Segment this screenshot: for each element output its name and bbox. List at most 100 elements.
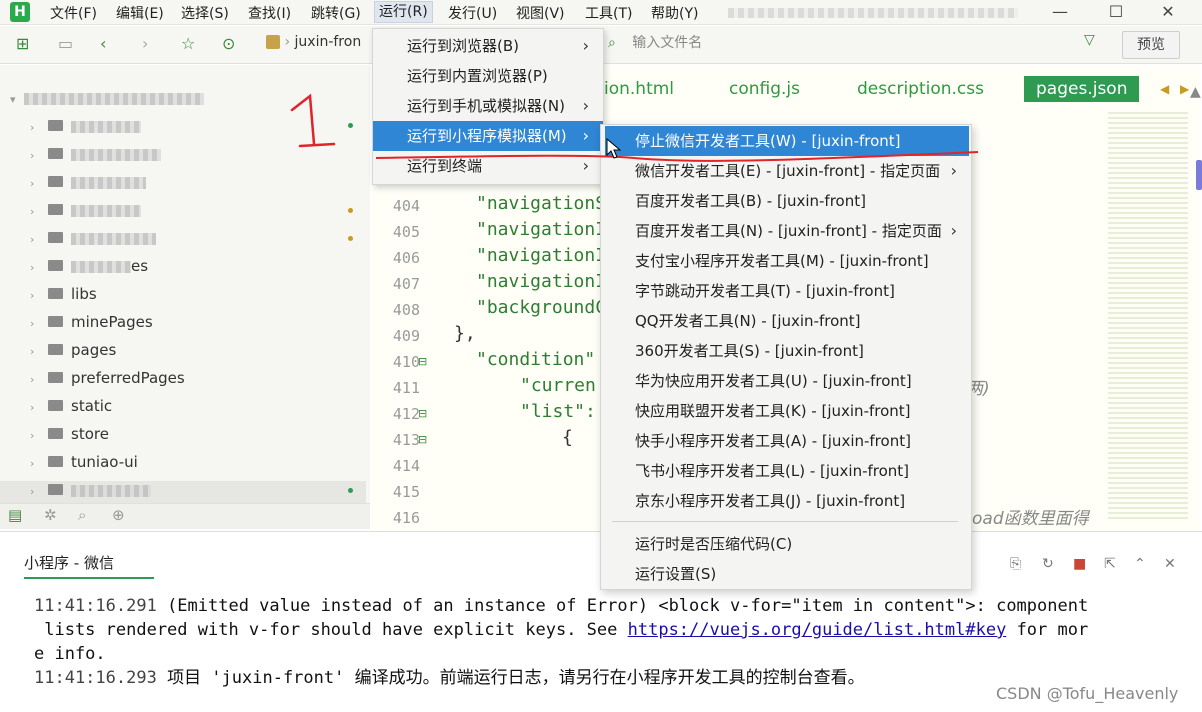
kuaishou-devtools-item[interactable]: 快手小程序开发者工具(A) - [juxin-front] <box>601 426 971 456</box>
tree-item-blurred[interactable]: › <box>30 229 156 251</box>
tree-item-tuniao-ui[interactable]: › tuniao-ui <box>30 453 138 475</box>
save-icon[interactable]: ▭ <box>58 34 73 53</box>
qq-devtools-item[interactable]: QQ开发者工具(N) - [juxin-front] <box>601 306 971 336</box>
bytedance-devtools-item[interactable]: 字节跳动开发者工具(T) - [juxin-front] <box>601 276 971 306</box>
compress-code-item[interactable]: 运行时是否压缩代码(C) <box>601 529 971 559</box>
console-tab[interactable]: 小程序 - 微信 <box>24 552 154 579</box>
menu-select[interactable]: 选择(S) <box>181 3 229 23</box>
tree-item-static[interactable]: › static <box>30 397 112 419</box>
minimap[interactable] <box>1108 112 1188 522</box>
menu-publish[interactable]: 发行(U) <box>448 3 497 23</box>
folder-icon <box>48 288 63 299</box>
tab-description-css[interactable]: description.css <box>857 79 984 99</box>
menu-help[interactable]: 帮助(Y) <box>651 3 698 23</box>
sidebar-footer: ▤ ✲ ⌕ ⊕ <box>0 503 370 529</box>
run-to-device-item[interactable]: 运行到手机或模拟器(N) › <box>373 91 603 121</box>
alipay-devtools-item[interactable]: 支付宝小程序开发者工具(M) - [juxin-front] <box>601 246 971 276</box>
file-search[interactable]: ⌕ 输入文件名 ▽ <box>608 32 1108 58</box>
folder-icon <box>48 316 63 327</box>
project-breadcrumb[interactable]: › juxin-fron <box>266 34 361 58</box>
clear-console-icon[interactable]: ⎘ <box>1010 556 1021 572</box>
folder-icon <box>48 428 63 439</box>
export-icon[interactable]: ⇱ <box>1104 556 1116 572</box>
tree-item-es[interactable]: › es <box>30 257 148 279</box>
back-icon[interactable]: ‹ <box>100 34 106 53</box>
tree-item-preferredpages[interactable]: › preferredPages <box>30 369 185 391</box>
tree-item-store[interactable]: › store <box>30 425 109 447</box>
forward-icon[interactable]: › <box>142 34 148 53</box>
baidu-devtools-item[interactable]: 百度开发者工具(B) - [juxin-front] <box>601 186 971 216</box>
fold-icon[interactable]: ⊟ <box>418 407 427 420</box>
quickapp-devtools-item[interactable]: 快应用联盟开发者工具(K) - [juxin-front] <box>601 396 971 426</box>
maximize-icon[interactable]: ☐ <box>1096 0 1136 24</box>
jd-devtools-item[interactable]: 京东小程序开发者工具(J) - [juxin-front] <box>601 486 971 516</box>
code-line: { <box>562 427 573 448</box>
menu-goto[interactable]: 跳转(G) <box>311 3 361 23</box>
menu-run[interactable]: 运行(R) <box>374 1 433 23</box>
explorer-icon[interactable]: ▤ <box>8 506 22 524</box>
tree-item-libs[interactable]: › libs <box>30 285 97 307</box>
globe-icon[interactable]: ⊕ <box>112 506 125 524</box>
folder-icon <box>48 400 63 411</box>
tree-item-minepages[interactable]: › minePages <box>30 313 153 335</box>
mouse-cursor-icon <box>606 138 622 159</box>
run-to-browser-item[interactable]: 运行到浏览器(B) › <box>373 31 603 61</box>
huawei-devtools-item[interactable]: 华为快应用开发者工具(U) - [juxin-front] <box>601 366 971 396</box>
line-number: 415 <box>392 483 420 501</box>
tree-item-selected[interactable]: › <box>0 481 366 503</box>
run-to-builtin-browser-item[interactable]: 运行到内置浏览器(P) <box>373 61 603 91</box>
menu-file[interactable]: 文件(F) <box>50 3 97 23</box>
fold-icon[interactable]: ⊟ <box>418 433 427 446</box>
new-file-icon[interactable]: ⊞ <box>16 34 29 53</box>
red-number-annotation <box>290 93 336 148</box>
tree-item-pages[interactable]: › pages <box>30 341 116 363</box>
folder-icon <box>48 148 63 159</box>
collapse-icon[interactable]: ⌃ <box>1134 556 1146 572</box>
file-search-input[interactable]: 输入文件名 <box>632 35 702 51</box>
restart-icon[interactable]: ↻ <box>1042 556 1054 572</box>
star-icon[interactable]: ☆ <box>181 34 195 53</box>
baidu-devtools-page-item[interactable]: 百度开发者工具(N) - [juxin-front] - 指定页面 › <box>601 216 971 246</box>
close-icon[interactable]: ✕ <box>1148 0 1188 24</box>
menu-find[interactable]: 查找(I) <box>248 3 291 23</box>
tab-scroll-right-icon[interactable]: ▶ <box>1180 82 1189 96</box>
run-icon[interactable]: ⊙ <box>222 34 235 53</box>
code-line: "curren <box>520 375 596 396</box>
code-line: "list": <box>520 401 596 422</box>
stop-icon[interactable]: ■ <box>1073 556 1086 572</box>
console-line: 11:41:16.291 (Emitted value instead of a… <box>34 596 1089 616</box>
menu-edit[interactable]: 编辑(E) <box>116 3 164 23</box>
scroll-up-icon[interactable]: ▲ <box>1190 84 1201 100</box>
close-panel-icon[interactable]: ✕ <box>1164 556 1176 572</box>
360-devtools-item[interactable]: 360开发者工具(S) - [juxin-front] <box>601 336 971 366</box>
chevron-right-icon: › <box>950 221 957 240</box>
minimize-icon[interactable]: — <box>1040 0 1080 24</box>
run-to-miniprogram-item[interactable]: 运行到小程序模拟器(M) › <box>373 121 603 151</box>
tab-pages-json[interactable]: pages.json <box>1024 76 1140 102</box>
folder-icon <box>48 204 63 215</box>
tab-scroll-left-icon[interactable]: ◀ <box>1160 82 1169 96</box>
search-panel-icon[interactable]: ⌕ <box>78 506 86 524</box>
filter-icon[interactable]: ▽ <box>1084 32 1095 48</box>
vue-docs-link[interactable]: https://vuejs.org/guide/list.html#key <box>628 620 1007 640</box>
folder-icon <box>48 456 63 467</box>
run-settings-item[interactable]: 运行设置(S) <box>601 559 971 589</box>
project-root[interactable]: ▾ <box>10 89 204 111</box>
menu-view[interactable]: 视图(V) <box>516 3 565 23</box>
scrollbar-thumb[interactable] <box>1196 160 1202 190</box>
console-line: 11:41:16.293 项目 'juxin-front' 编译成功。前端运行日… <box>34 668 865 688</box>
debug-icon[interactable]: ✲ <box>44 506 57 524</box>
menu-bar: H 文件(F) 编辑(E) 选择(S) 查找(I) 跳转(G) 运行(R) 发行… <box>0 0 1202 25</box>
tab-html[interactable]: ion.html <box>604 79 674 99</box>
menu-tools[interactable]: 工具(T) <box>585 3 632 23</box>
tree-item-blurred[interactable]: › <box>30 117 401 139</box>
tab-config-js[interactable]: config.js <box>729 79 800 99</box>
fold-icon[interactable]: ⊟ <box>418 355 427 368</box>
tree-item-blurred[interactable]: › <box>30 201 141 223</box>
feishu-devtools-item[interactable]: 飞书小程序开发者工具(L) - [juxin-front] <box>601 456 971 486</box>
preview-button[interactable]: 预览 <box>1122 31 1180 59</box>
tree-item-blurred[interactable]: › <box>30 145 161 167</box>
code-comment: oad函数里面得 <box>972 509 1089 529</box>
tree-item-blurred[interactable]: › <box>30 173 146 195</box>
chevron-right-icon: › <box>582 126 589 145</box>
